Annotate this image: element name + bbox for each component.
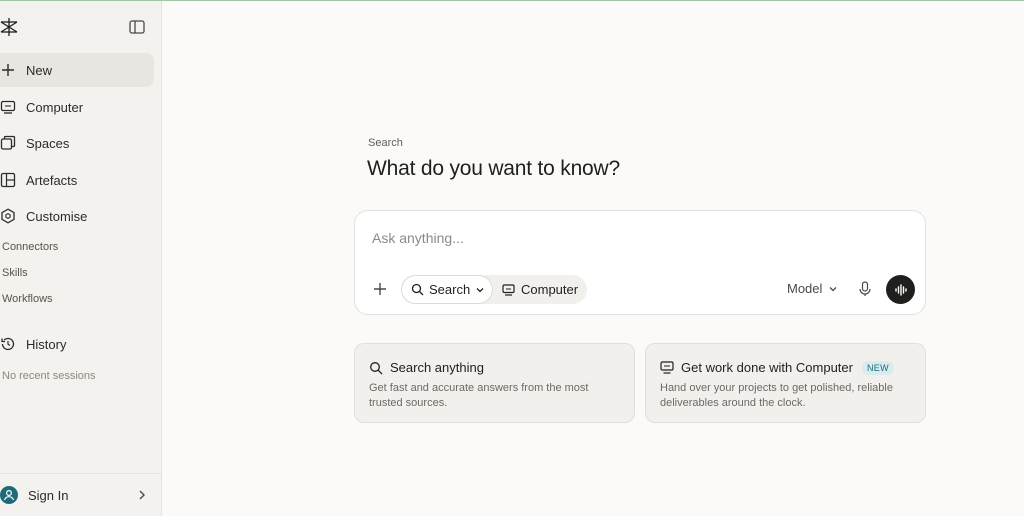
computer-icon xyxy=(660,361,674,374)
sidebar-item-artefacts[interactable]: Artefacts xyxy=(0,163,154,197)
sidebar-item-history[interactable]: History xyxy=(0,327,154,361)
search-mode-button[interactable]: Search xyxy=(401,275,493,304)
sign-in-button[interactable]: Sign In xyxy=(0,473,161,516)
search-anything-card[interactable]: Search anything Get fast and accurate an… xyxy=(354,343,635,423)
attach-plus-icon[interactable] xyxy=(372,281,388,297)
user-icon xyxy=(3,489,15,501)
chevron-down-icon xyxy=(476,287,484,292)
waveform-icon xyxy=(894,283,907,296)
spaces-icon xyxy=(0,135,16,151)
card-description-line: trusted sources. xyxy=(369,397,448,409)
ask-box: Search Computer Model xyxy=(354,210,926,315)
sidebar-toggle-icon[interactable] xyxy=(128,18,146,36)
card-description-line: deliverables around the clock. xyxy=(660,397,806,409)
voice-mode-button[interactable] xyxy=(886,275,915,304)
card-title-text: Get work done with Computer xyxy=(681,360,853,375)
avatar xyxy=(0,486,18,504)
sidebar-item-skills[interactable]: Skills xyxy=(2,267,28,279)
card-title: Get work done with Computer NEW xyxy=(660,360,894,375)
sidebar-item-new[interactable]: New xyxy=(0,53,154,87)
history-empty-text: No recent sessions xyxy=(2,370,96,382)
plus-icon xyxy=(0,62,16,78)
page-title: What do you want to know? xyxy=(367,157,620,180)
model-label: Model xyxy=(787,281,823,296)
new-badge: NEW xyxy=(861,360,894,375)
sidebar: New Computer Spaces Artefacts Customise … xyxy=(0,1,162,516)
computer-mode-button[interactable]: Computer xyxy=(493,275,578,304)
card-description-line: Get fast and accurate answers from the m… xyxy=(369,382,589,394)
sidebar-item-workflows[interactable]: Workflows xyxy=(2,293,53,305)
sidebar-item-label: New xyxy=(26,62,53,78)
microphone-icon[interactable] xyxy=(858,281,872,297)
chevron-right-icon xyxy=(139,490,145,500)
sidebar-item-label: Spaces xyxy=(26,135,70,151)
history-icon xyxy=(0,336,16,352)
artefacts-icon xyxy=(0,172,16,188)
search-mode-label: Search xyxy=(429,282,471,297)
card-title: Search anything xyxy=(369,360,484,375)
card-title-text: Search anything xyxy=(390,360,484,375)
computer-icon xyxy=(502,283,515,296)
card-description-line: Hand over your projects to get polished,… xyxy=(660,382,893,394)
ask-input[interactable] xyxy=(372,227,892,249)
computer-icon xyxy=(0,99,16,115)
sign-in-label: Sign In xyxy=(28,487,69,503)
sidebar-item-label: History xyxy=(26,336,67,352)
search-icon xyxy=(411,283,424,296)
sidebar-item-spaces[interactable]: Spaces xyxy=(0,126,154,160)
page-eyebrow: Search xyxy=(368,137,403,149)
sidebar-item-label: Computer xyxy=(26,99,84,115)
sidebar-item-customise[interactable]: Customise xyxy=(0,199,154,233)
computer-mode-label: Computer xyxy=(521,282,579,297)
computer-card[interactable]: Get work done with Computer NEW Hand ove… xyxy=(645,343,926,423)
customise-icon xyxy=(0,208,16,224)
sidebar-item-label: Artefacts xyxy=(26,172,78,188)
mode-switcher: Search Computer xyxy=(401,275,587,304)
app-logo-icon[interactable] xyxy=(0,17,18,37)
sidebar-item-label: Customise xyxy=(26,208,88,224)
search-icon xyxy=(370,361,383,374)
sidebar-item-computer[interactable]: Computer xyxy=(0,90,154,124)
card-description: Get fast and accurate answers from the m… xyxy=(369,381,588,411)
card-description: Hand over your projects to get polished,… xyxy=(660,381,893,411)
sidebar-item-connectors[interactable]: Connectors xyxy=(2,241,58,253)
model-selector[interactable]: Model xyxy=(787,281,838,296)
chevron-down-icon xyxy=(829,286,837,291)
